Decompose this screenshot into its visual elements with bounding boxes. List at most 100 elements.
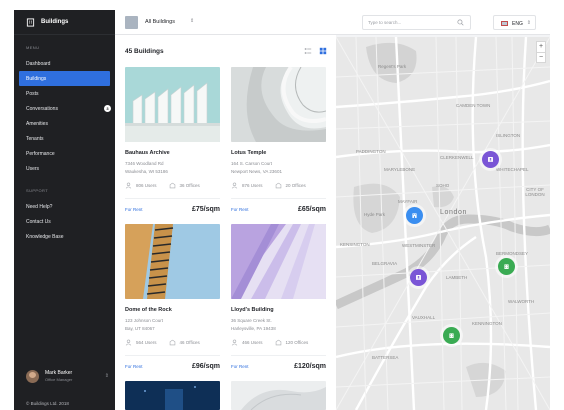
building-card[interactable]: Lotus Temple 164 S. Carson Court Newport… xyxy=(231,67,326,213)
sidebar-item-buildings[interactable]: Buildings xyxy=(19,71,110,86)
status-badge: For Rent xyxy=(125,364,143,369)
chevron-updown-icon[interactable]: ⇕ xyxy=(105,373,109,379)
sidebar-item-performance[interactable]: Performance xyxy=(14,146,115,161)
map-label: BELGRAVIA xyxy=(372,261,398,266)
grid-view-icon[interactable] xyxy=(319,47,327,55)
user-icon xyxy=(125,339,132,346)
office-icon xyxy=(169,182,175,189)
status-badge: For Rent xyxy=(231,364,249,369)
listing-title: 45 Buildings xyxy=(125,48,164,55)
office-icon xyxy=(275,339,281,346)
office-icon xyxy=(275,182,281,189)
user-icon xyxy=(231,182,238,189)
price: £120/sqm xyxy=(294,363,326,370)
user-icon xyxy=(231,339,238,346)
uk-flag-icon xyxy=(501,21,508,26)
map-canvas[interactable] xyxy=(336,37,550,410)
sidebar-item-tenants[interactable]: Tenants xyxy=(14,131,115,146)
building-photo[interactable] xyxy=(231,224,326,299)
search-icon[interactable] xyxy=(457,19,464,26)
chevron-updown-icon[interactable]: ⇕ xyxy=(190,18,194,24)
app-frame: Buildings MENU Dashboard Buildings Posts… xyxy=(14,10,550,410)
user-profile[interactable]: Mark Barker Office Manager ⇕ xyxy=(14,361,115,391)
building-photo[interactable] xyxy=(125,224,220,299)
map-label: WALWORTH xyxy=(508,299,535,304)
search-input[interactable] xyxy=(368,20,448,25)
office-building-icon xyxy=(449,333,454,338)
offices-count: 120 Offices xyxy=(285,340,309,345)
map-label-city: London xyxy=(440,209,467,216)
language-label: ENG xyxy=(512,20,523,27)
building-thumbnail-icon xyxy=(125,16,138,29)
menu-heading: MENU xyxy=(26,45,40,50)
map-label: CITY OF LONDON xyxy=(525,187,545,197)
brand[interactable]: Buildings xyxy=(14,10,115,35)
status-badge: For Rent xyxy=(231,207,249,212)
zoom-out-button[interactable]: − xyxy=(537,52,545,62)
buildings-listing: 45 Buildings Bauhaus Archive 7346 Woodla… xyxy=(115,35,336,410)
search-box[interactable] xyxy=(362,15,471,30)
users-count: 876 Users xyxy=(242,183,263,188)
map-pin-building[interactable] xyxy=(406,207,423,224)
building-card[interactable]: Bauhaus Archive 7346 Woodland Rd Waukesh… xyxy=(125,67,220,213)
address-line: Waukesha, WI 53186 xyxy=(125,169,168,174)
sidebar-item-amenities[interactable]: Amenities xyxy=(14,116,115,131)
office-icon xyxy=(169,339,175,346)
sidebar-item-label: Conversations xyxy=(26,105,58,112)
support-heading: SUPPORT xyxy=(26,188,49,193)
offices-count: 36 Offices xyxy=(179,183,200,188)
sidebar-item-dashboard[interactable]: Dashboard xyxy=(14,56,115,71)
sidebar-item-contact-us[interactable]: Contact Us xyxy=(14,214,115,229)
sidebar-item-users[interactable]: Users xyxy=(14,161,115,176)
building-card[interactable]: Lloyd's Building 36 Square Creek St. Har… xyxy=(231,224,326,370)
sidebar-item-knowledge-base[interactable]: Knowledge Base xyxy=(14,229,115,244)
building-address: 7346 Woodland Rd Waukesha, WI 53186 xyxy=(125,160,220,176)
building-card[interactable] xyxy=(231,381,326,410)
map-label: Regent's Park xyxy=(378,64,407,69)
building-name: Lloyd's Building xyxy=(231,307,274,313)
building-photo[interactable] xyxy=(231,67,326,142)
address-line: Bay, UT 84067 xyxy=(125,326,155,331)
sidebar-item-posts[interactable]: Posts xyxy=(14,86,115,101)
map-label: ISLINGTON xyxy=(496,133,521,138)
top-bar: All Buildings ⇕ ENG ⇕ xyxy=(115,10,550,35)
building-photo[interactable] xyxy=(125,67,220,142)
avatar xyxy=(26,369,39,383)
building-photo[interactable] xyxy=(231,381,326,410)
address-line: 7346 Woodland Rd xyxy=(125,161,164,166)
price: £75/sqm xyxy=(191,206,220,213)
language-selector[interactable]: ENG ⇕ xyxy=(493,15,536,30)
map[interactable]: Regent's Park CAMDEN TOWN ISLINGTON CLER… xyxy=(336,37,550,410)
profile-name: Mark Barker xyxy=(45,370,73,376)
map-label: BERMONDSEY xyxy=(496,251,529,256)
building-icon xyxy=(412,213,417,218)
building-photo[interactable] xyxy=(125,381,220,410)
building-selector[interactable]: All Buildings xyxy=(145,19,175,25)
building-name: Lotus Temple xyxy=(231,150,267,156)
map-label: WESTMINSTER xyxy=(402,243,436,248)
map-pin-office[interactable] xyxy=(443,327,460,344)
map-label: Hyde Park xyxy=(364,212,386,217)
building-address: 36 Square Creek St. Harleysville, PA 194… xyxy=(231,317,326,333)
address-line: 164 S. Carson Court xyxy=(231,161,273,166)
offices-count: 20 Offices xyxy=(285,183,306,188)
map-label: LAMBETH xyxy=(446,275,468,280)
sidebar-item-conversations[interactable]: Conversations 3 xyxy=(14,101,115,116)
map-label: SOHO xyxy=(436,183,450,188)
address-line: Newport News, VA 23601 xyxy=(231,169,282,174)
map-pin-user[interactable] xyxy=(410,269,427,286)
map-label: BATTERSEA xyxy=(372,355,399,360)
building-card[interactable]: Dome of the Rock 123 Johnson Court Bay, … xyxy=(125,224,220,370)
user-card-icon xyxy=(416,275,421,280)
users-count: 564 Users xyxy=(136,340,157,345)
building-card[interactable] xyxy=(125,381,220,410)
map-label: KENSINGTON xyxy=(340,242,370,247)
map-label: MARYLEBONE xyxy=(384,167,416,172)
map-pin-user[interactable] xyxy=(482,151,499,168)
list-view-icon[interactable] xyxy=(304,47,312,55)
sidebar-item-need-help[interactable]: Need Help? xyxy=(14,199,115,214)
building-logo-icon xyxy=(26,17,35,27)
users-count: 466 Users xyxy=(242,340,263,345)
zoom-in-button[interactable]: + xyxy=(537,42,545,52)
map-pin-office[interactable] xyxy=(498,258,515,275)
